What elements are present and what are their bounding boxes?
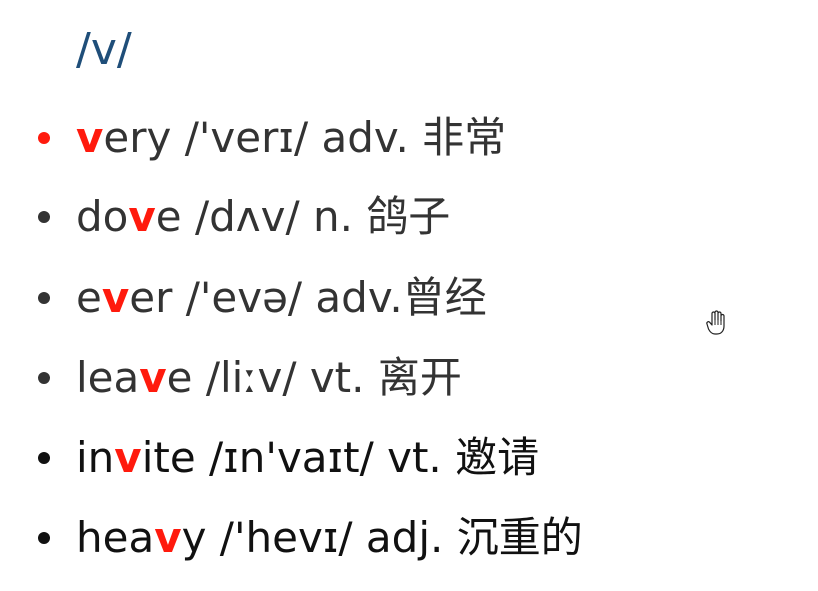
list-item-invite: invite /ɪn'vaɪt/ vt. 邀请 — [0, 428, 818, 488]
word-entry: ever /'evə/ adv.曾经 — [76, 268, 487, 328]
list-item-ever: ever /'evə/ adv.曾经 — [0, 268, 818, 328]
list-item-dove: dove /dʌv/ n. 鸽子 — [0, 187, 818, 247]
word-entry: dove /dʌv/ n. 鸽子 — [76, 187, 450, 247]
word-prefix: in — [76, 433, 115, 482]
phonetic-definition: /ɪn'vaɪt/ vt. 邀请 — [195, 433, 540, 482]
word-suffix: er — [129, 273, 173, 322]
word-prefix: hea — [76, 513, 155, 562]
word-entry: very /'verɪ/ adv. 非常 — [76, 108, 506, 168]
highlighted-letter: v — [139, 353, 167, 402]
word-prefix: do — [76, 192, 129, 241]
word-suffix: e — [155, 192, 182, 241]
highlighted-letter: v — [114, 433, 142, 482]
list-item-very: very /'verɪ/ adv. 非常 — [0, 108, 818, 168]
bullet-icon — [38, 292, 50, 304]
list-item-heavy: heavy /'hevɪ/ adj. 沉重的 — [0, 508, 818, 568]
word-entry: invite /ɪn'vaɪt/ vt. 邀请 — [76, 428, 539, 488]
phonetic-definition: /'hevɪ/ adj. 沉重的 — [206, 513, 583, 562]
word-suffix: ite — [141, 433, 196, 482]
word-suffix: e — [166, 353, 193, 402]
bullet-icon — [38, 372, 50, 384]
highlighted-letter: v — [76, 113, 104, 162]
phonetic-definition: /'evə/ adv.曾经 — [172, 273, 487, 322]
word-suffix: y — [181, 513, 207, 562]
word-prefix: lea — [76, 353, 140, 402]
hand-cursor-icon — [706, 310, 725, 335]
phonetic-definition: /liːv/ vt. 离开 — [192, 353, 462, 402]
bullet-icon — [38, 452, 50, 464]
word-prefix: e — [76, 273, 102, 322]
highlighted-letter: v — [128, 192, 156, 241]
phonetic-definition: /dʌv/ n. 鸽子 — [181, 192, 451, 241]
word-entry: leave /liːv/ vt. 离开 — [76, 348, 462, 408]
bullet-icon — [38, 211, 50, 223]
word-entry: heavy /'hevɪ/ adj. 沉重的 — [76, 508, 583, 568]
bullet-icon — [38, 132, 50, 144]
highlighted-letter: v — [154, 513, 182, 562]
list-item-leave: leave /liːv/ vt. 离开 — [0, 348, 818, 408]
highlighted-letter: v — [101, 273, 130, 322]
phonetic-definition: /'verɪ/ adv. 非常 — [171, 113, 507, 162]
word-suffix: ery — [103, 113, 172, 162]
bullet-icon — [38, 532, 50, 544]
page-heading: /v/ — [76, 24, 132, 75]
